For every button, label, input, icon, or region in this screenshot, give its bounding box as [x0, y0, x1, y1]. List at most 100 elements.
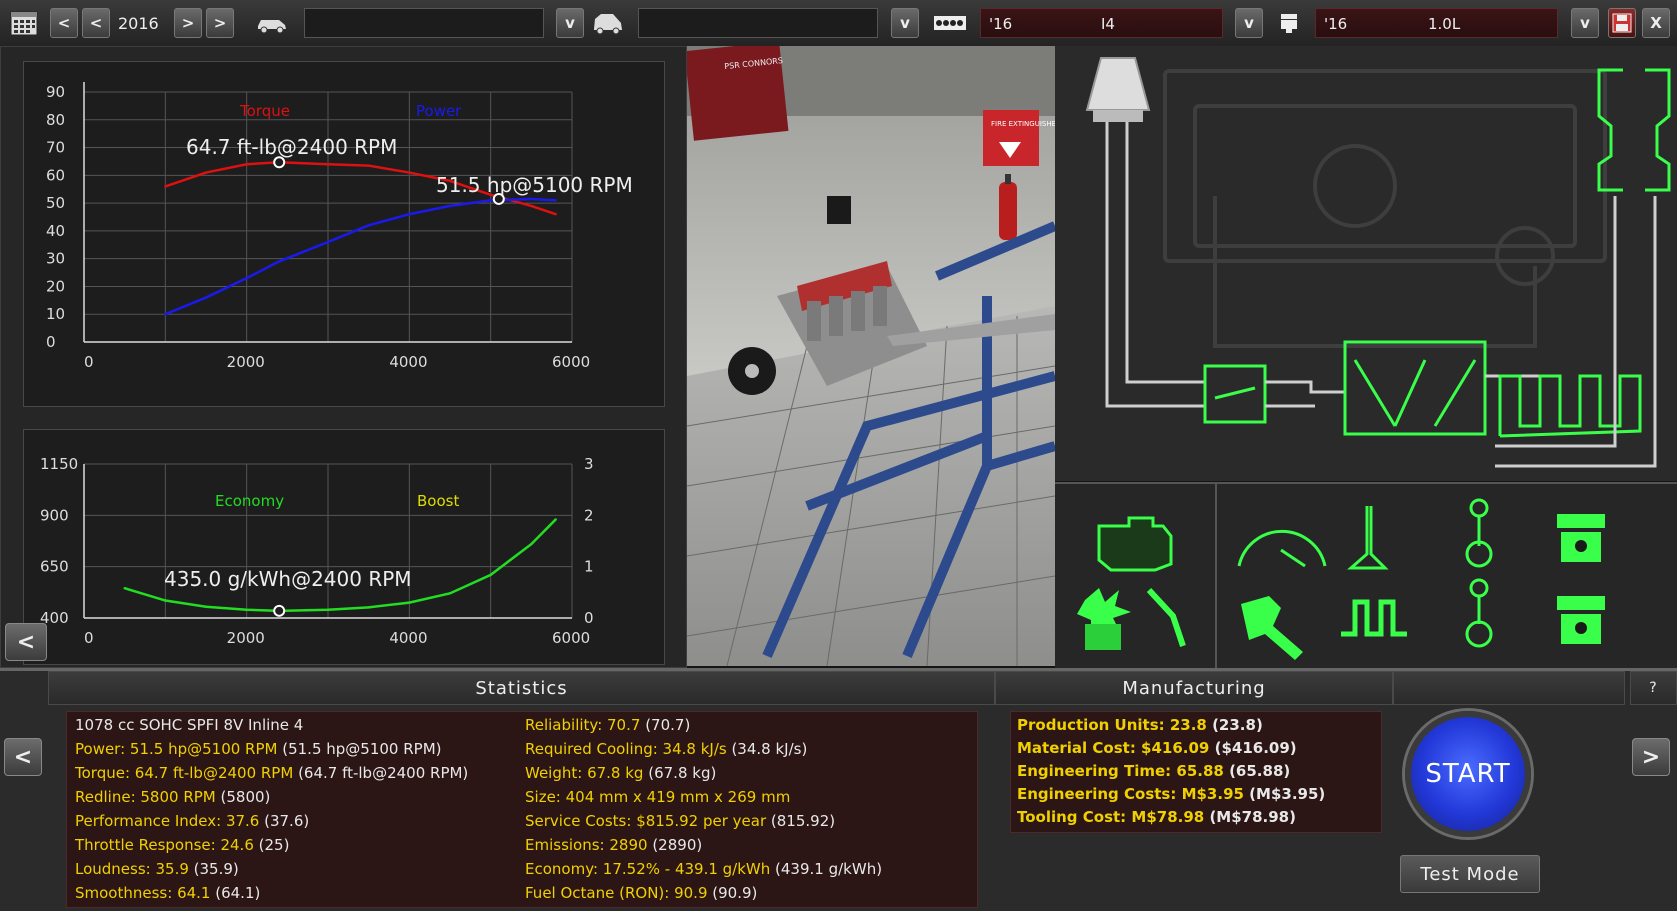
- manufacturing-row-label: Engineering Costs: M$3.95: [1017, 785, 1244, 803]
- manufacturing-row-value: (M$3.95): [1243, 785, 1326, 803]
- stat-row-value: (5800): [215, 788, 271, 806]
- engine-block-icon: [932, 8, 968, 38]
- data-point-economy: [204, 605, 208, 608]
- engine-family-dropdown-button[interactable]: v: [1235, 8, 1263, 38]
- stat-row-label: Required Cooling: 34.8 kJ/s: [525, 740, 727, 758]
- y-tick-label-left: 650: [40, 558, 69, 576]
- y-tick-label: 60: [46, 166, 65, 184]
- manufacturing-row-label: Engineering Time: 65.88: [1017, 762, 1224, 780]
- engine-family-layout: I4: [1101, 15, 1115, 33]
- car-model-icon: [254, 8, 290, 38]
- statistics-header: Statistics: [48, 671, 995, 705]
- stat-row-label: Performance Index: 37.6: [75, 812, 260, 830]
- start-button[interactable]: START: [1405, 711, 1531, 837]
- engine-variant-select[interactable]: '16 1.0L: [1315, 8, 1558, 38]
- year-back-fast-button[interactable]: <: [50, 8, 78, 38]
- y-tick-label-right: 2: [584, 506, 594, 524]
- data-point-power: [164, 313, 167, 316]
- x-tick-label: 2000: [227, 353, 265, 371]
- data-point-power: [408, 213, 411, 216]
- economy-chart: 1150 900 650 400 3 2 1 0 0 2000 4000 6000 Economy Boo…: [23, 429, 665, 665]
- connecting-rod-part-icon[interactable]: [1465, 498, 1493, 568]
- engine-family-select[interactable]: '16 I4: [980, 8, 1223, 38]
- data-point-torque: [164, 185, 167, 188]
- stat-row: Economy: 17.52% - 439.1 g/kWh (439.1 g/k…: [525, 860, 882, 878]
- data-point-power: [278, 260, 281, 263]
- stat-row-label: Loudness: 35.9: [75, 860, 189, 878]
- charts-panel: 90 80 70 60 50 40 30 20 10 0 0 2000 4000 6000 Torque Po…: [0, 46, 687, 668]
- legend-torque: Torque: [239, 102, 290, 120]
- engine-layout-schematic: [1055, 46, 1677, 481]
- legend-economy: Economy: [215, 492, 284, 510]
- y-tick-label: 10: [46, 305, 65, 323]
- engine-block-part-icon[interactable]: [1097, 516, 1173, 572]
- save-icon[interactable]: [1608, 8, 1636, 38]
- close-button[interactable]: X: [1642, 8, 1670, 38]
- x-tick-label: 4000: [389, 629, 427, 647]
- y-tick-label: 40: [46, 222, 65, 240]
- camshaft-part-icon[interactable]: [1341, 599, 1407, 637]
- stat-row-value: (34.8 kJ/s): [726, 740, 808, 758]
- intake-manifold-icon: [1343, 340, 1487, 436]
- engine-family-year: '16: [989, 15, 1013, 33]
- prev-page-button[interactable]: <: [4, 738, 42, 776]
- power-peak-label: 51.5 hp@5100 RPM: [436, 173, 633, 197]
- year-forward-fast-button[interactable]: >: [206, 8, 234, 38]
- car-model-select[interactable]: [304, 8, 544, 38]
- stat-row-value: (25): [253, 836, 290, 854]
- next-page-button[interactable]: >: [1632, 738, 1670, 776]
- exhaust-manifold-icon: [1498, 374, 1642, 438]
- year-forward-button[interactable]: >: [174, 8, 202, 38]
- manufacturing-list: Production Units: 23.8 (23.8) Material Co…: [1010, 711, 1382, 833]
- year-back-button[interactable]: <: [82, 8, 110, 38]
- connecting-rod-alt-part-icon[interactable]: [1465, 578, 1493, 648]
- valve-part-icon[interactable]: [1347, 506, 1389, 570]
- data-point-power: [530, 197, 533, 201]
- gauge-part-icon[interactable]: [1237, 529, 1327, 568]
- stat-row-value: (815.92): [766, 812, 836, 830]
- stat-row: Weight: 67.8 kg (67.8 kg): [525, 764, 716, 782]
- stat-row: Torque: 64.7 ft-lb@2400 RPM (64.7 ft-lb@…: [75, 764, 468, 782]
- test-mode-button[interactable]: Test Mode: [1400, 855, 1540, 893]
- piston-part-icon[interactable]: [1557, 514, 1605, 562]
- engine-3d-view[interactable]: PSR CONNORS FIRE EXTINGUISHER: [687, 46, 1055, 666]
- stat-row-label: Weight: 67.8 kg: [525, 764, 644, 782]
- spark-plug-part-icon[interactable]: [1146, 587, 1186, 647]
- calendar-icon[interactable]: [8, 8, 40, 38]
- stat-row: Service Costs: $815.92 per year (815.92): [525, 812, 835, 830]
- wrench-part-icon[interactable]: [1241, 596, 1303, 660]
- stat-row: Performance Index: 37.6 (37.6): [75, 812, 309, 830]
- data-point-economy: [448, 592, 452, 595]
- data-point-torque: [530, 204, 533, 208]
- y-tick-label-left: 900: [40, 506, 69, 524]
- data-point-power: [326, 240, 330, 244]
- economy-best-marker[interactable]: [273, 604, 286, 617]
- data-point-torque: [367, 164, 370, 167]
- stat-row: Emissions: 2890 (2890): [525, 836, 702, 854]
- manufacturing-header: Manufacturing: [995, 671, 1393, 705]
- stat-row-value: (2890): [647, 836, 703, 854]
- car-trim-dropdown-button[interactable]: v: [891, 8, 919, 38]
- x-tick-label: 0: [84, 353, 94, 371]
- collapse-charts-button[interactable]: <: [5, 623, 47, 661]
- torque-peak-label: 64.7 ft-lb@2400 RPM: [186, 135, 397, 159]
- stat-row-label: Power: 51.5 hp@5100 RPM: [75, 740, 278, 758]
- data-point-economy: [245, 608, 248, 611]
- car-trim-select[interactable]: [638, 8, 878, 38]
- stat-row: Fuel Octane (RON): 90.9 (90.9): [525, 884, 757, 902]
- help-button[interactable]: ?: [1630, 671, 1677, 705]
- engine-variant-displacement: 1.0L: [1428, 15, 1461, 33]
- y-tick-label-left: 1150: [40, 455, 78, 473]
- y-tick-label: 70: [46, 139, 65, 157]
- piston-alt-part-icon[interactable]: [1557, 596, 1605, 644]
- data-point-torque: [245, 163, 248, 166]
- legend-boost: Boost: [417, 492, 459, 510]
- y-tick-label: 20: [46, 277, 65, 295]
- engine-variant-dropdown-button[interactable]: v: [1571, 8, 1599, 38]
- ignition-part-icon[interactable]: [1077, 588, 1131, 650]
- year-display: 2016: [118, 14, 159, 33]
- stat-row-label: Smoothness: 64.1: [75, 884, 211, 902]
- car-model-dropdown-button[interactable]: v: [556, 8, 584, 38]
- car-trim-icon: [590, 8, 626, 38]
- fire-extinguisher: [999, 174, 1017, 240]
